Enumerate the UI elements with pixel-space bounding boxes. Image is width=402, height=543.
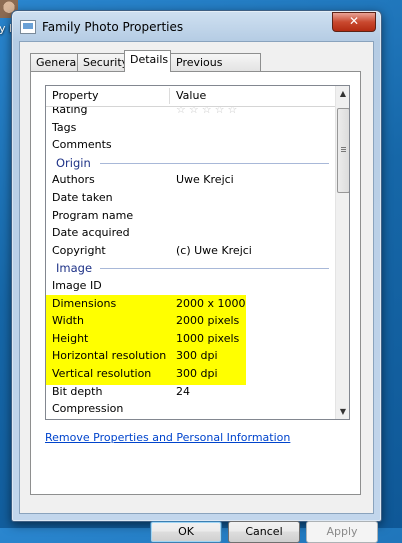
remove-properties-link[interactable]: Remove Properties and Personal Informati…	[45, 431, 290, 444]
list-rows: Rating ☆☆☆☆☆ Tags Comments Origin Authors Uwe …	[46, 107, 335, 419]
property-row[interactable]: Rating ☆☆☆☆☆	[46, 107, 335, 119]
group-header-origin: Origin	[46, 154, 335, 172]
property-name: Vertical resolution	[52, 367, 152, 380]
property-name: Compression	[52, 402, 124, 416]
property-name: Rating	[52, 107, 88, 116]
property-name: Bit depth	[52, 384, 103, 398]
group-divider	[100, 162, 329, 164]
column-divider[interactable]	[169, 88, 170, 104]
property-row[interactable]: Date taken	[46, 189, 335, 207]
column-header-property[interactable]: Property	[52, 89, 99, 102]
property-row[interactable]: Horizontal resolution 300 dpi	[46, 347, 335, 365]
property-row[interactable]: Height 1000 pixels	[46, 330, 335, 348]
property-row[interactable]: Authors Uwe Krejci	[46, 171, 335, 189]
property-value: 1000 pixels	[176, 331, 240, 345]
group-header-image: Image	[46, 259, 335, 277]
title-bar[interactable]: Family Photo Properties ✕	[12, 11, 381, 41]
property-name: Copyright	[52, 243, 106, 257]
property-row[interactable]: Dimensions 2000 x 1000	[46, 295, 335, 313]
property-value: Uwe Krejci	[176, 173, 234, 187]
property-name: Image ID	[52, 279, 102, 292]
property-name: Date acquired	[52, 226, 130, 240]
property-row[interactable]: Width 2000 pixels	[46, 312, 335, 330]
property-row[interactable]: Vertical resolution 300 dpi	[46, 365, 335, 383]
ok-button[interactable]: OK	[150, 521, 222, 543]
list-header: Property Value	[46, 86, 335, 107]
apply-button[interactable]: Apply	[306, 521, 378, 543]
property-row[interactable]: Copyright (c) Uwe Krejci	[46, 242, 335, 260]
vertical-scrollbar[interactable]: ▲ ▼	[335, 86, 349, 419]
window-icon	[20, 20, 36, 34]
grip-line	[341, 149, 346, 150]
property-value: 300 dpi	[176, 349, 218, 363]
properties-list[interactable]: Property Value Rating ☆☆☆☆☆ Tags Comments Or…	[45, 85, 350, 420]
property-value: 24	[176, 384, 190, 398]
column-header-value[interactable]: Value	[176, 89, 206, 102]
grip-line	[341, 151, 346, 152]
property-name: Date taken	[52, 191, 113, 204]
scroll-down-arrow-icon[interactable]: ▼	[336, 404, 349, 419]
property-value: 2000 pixels	[176, 314, 240, 328]
property-name: Height	[52, 331, 89, 345]
property-name: Width	[52, 314, 84, 328]
property-row[interactable]: Bit depth 24	[46, 383, 335, 401]
property-row[interactable]: Resolution unit	[46, 418, 335, 419]
property-name: Program name	[52, 208, 134, 222]
tab-previous-versions[interactable]: Previous Versions	[170, 53, 261, 87]
property-row[interactable]: Program name	[46, 207, 335, 225]
property-row[interactable]: Comments	[46, 136, 335, 154]
tab-details[interactable]: Details	[124, 50, 171, 72]
dialog-client-area: General Security Details Previous Versio…	[19, 41, 378, 543]
property-name: Comments	[52, 138, 112, 152]
tab-general[interactable]: General	[30, 53, 79, 71]
property-name: Authors	[52, 173, 95, 187]
property-value: 300 dpi	[176, 367, 218, 380]
cancel-button[interactable]: Cancel	[228, 521, 300, 543]
property-row[interactable]: Tags	[46, 119, 335, 137]
property-row[interactable]: Date acquired	[46, 224, 335, 242]
close-button[interactable]: ✕	[332, 12, 376, 32]
scroll-up-arrow-icon[interactable]: ▲	[336, 86, 349, 101]
window-title: Family Photo Properties	[42, 20, 184, 34]
group-label: Image	[56, 261, 93, 276]
property-row[interactable]: Compression	[46, 400, 335, 418]
property-value: 2000 x 1000	[176, 296, 246, 310]
group-label: Origin	[56, 155, 91, 170]
properties-window: Family Photo Properties ✕ General Securi…	[11, 10, 382, 543]
property-name: Horizontal resolution	[52, 349, 167, 363]
property-name: Dimensions	[52, 296, 117, 310]
group-divider	[100, 268, 329, 270]
tab-security[interactable]: Security	[77, 53, 128, 71]
property-name: Tags	[52, 120, 77, 134]
property-value: (c) Uwe Krejci	[176, 243, 252, 257]
property-row[interactable]: Image ID	[46, 277, 335, 295]
grip-line	[341, 147, 346, 148]
scrollbar-thumb[interactable]	[337, 108, 349, 193]
rating-stars[interactable]: ☆☆☆☆☆	[176, 107, 240, 116]
details-panel: Property Value Rating ☆☆☆☆☆ Tags Comments Or…	[30, 71, 361, 495]
